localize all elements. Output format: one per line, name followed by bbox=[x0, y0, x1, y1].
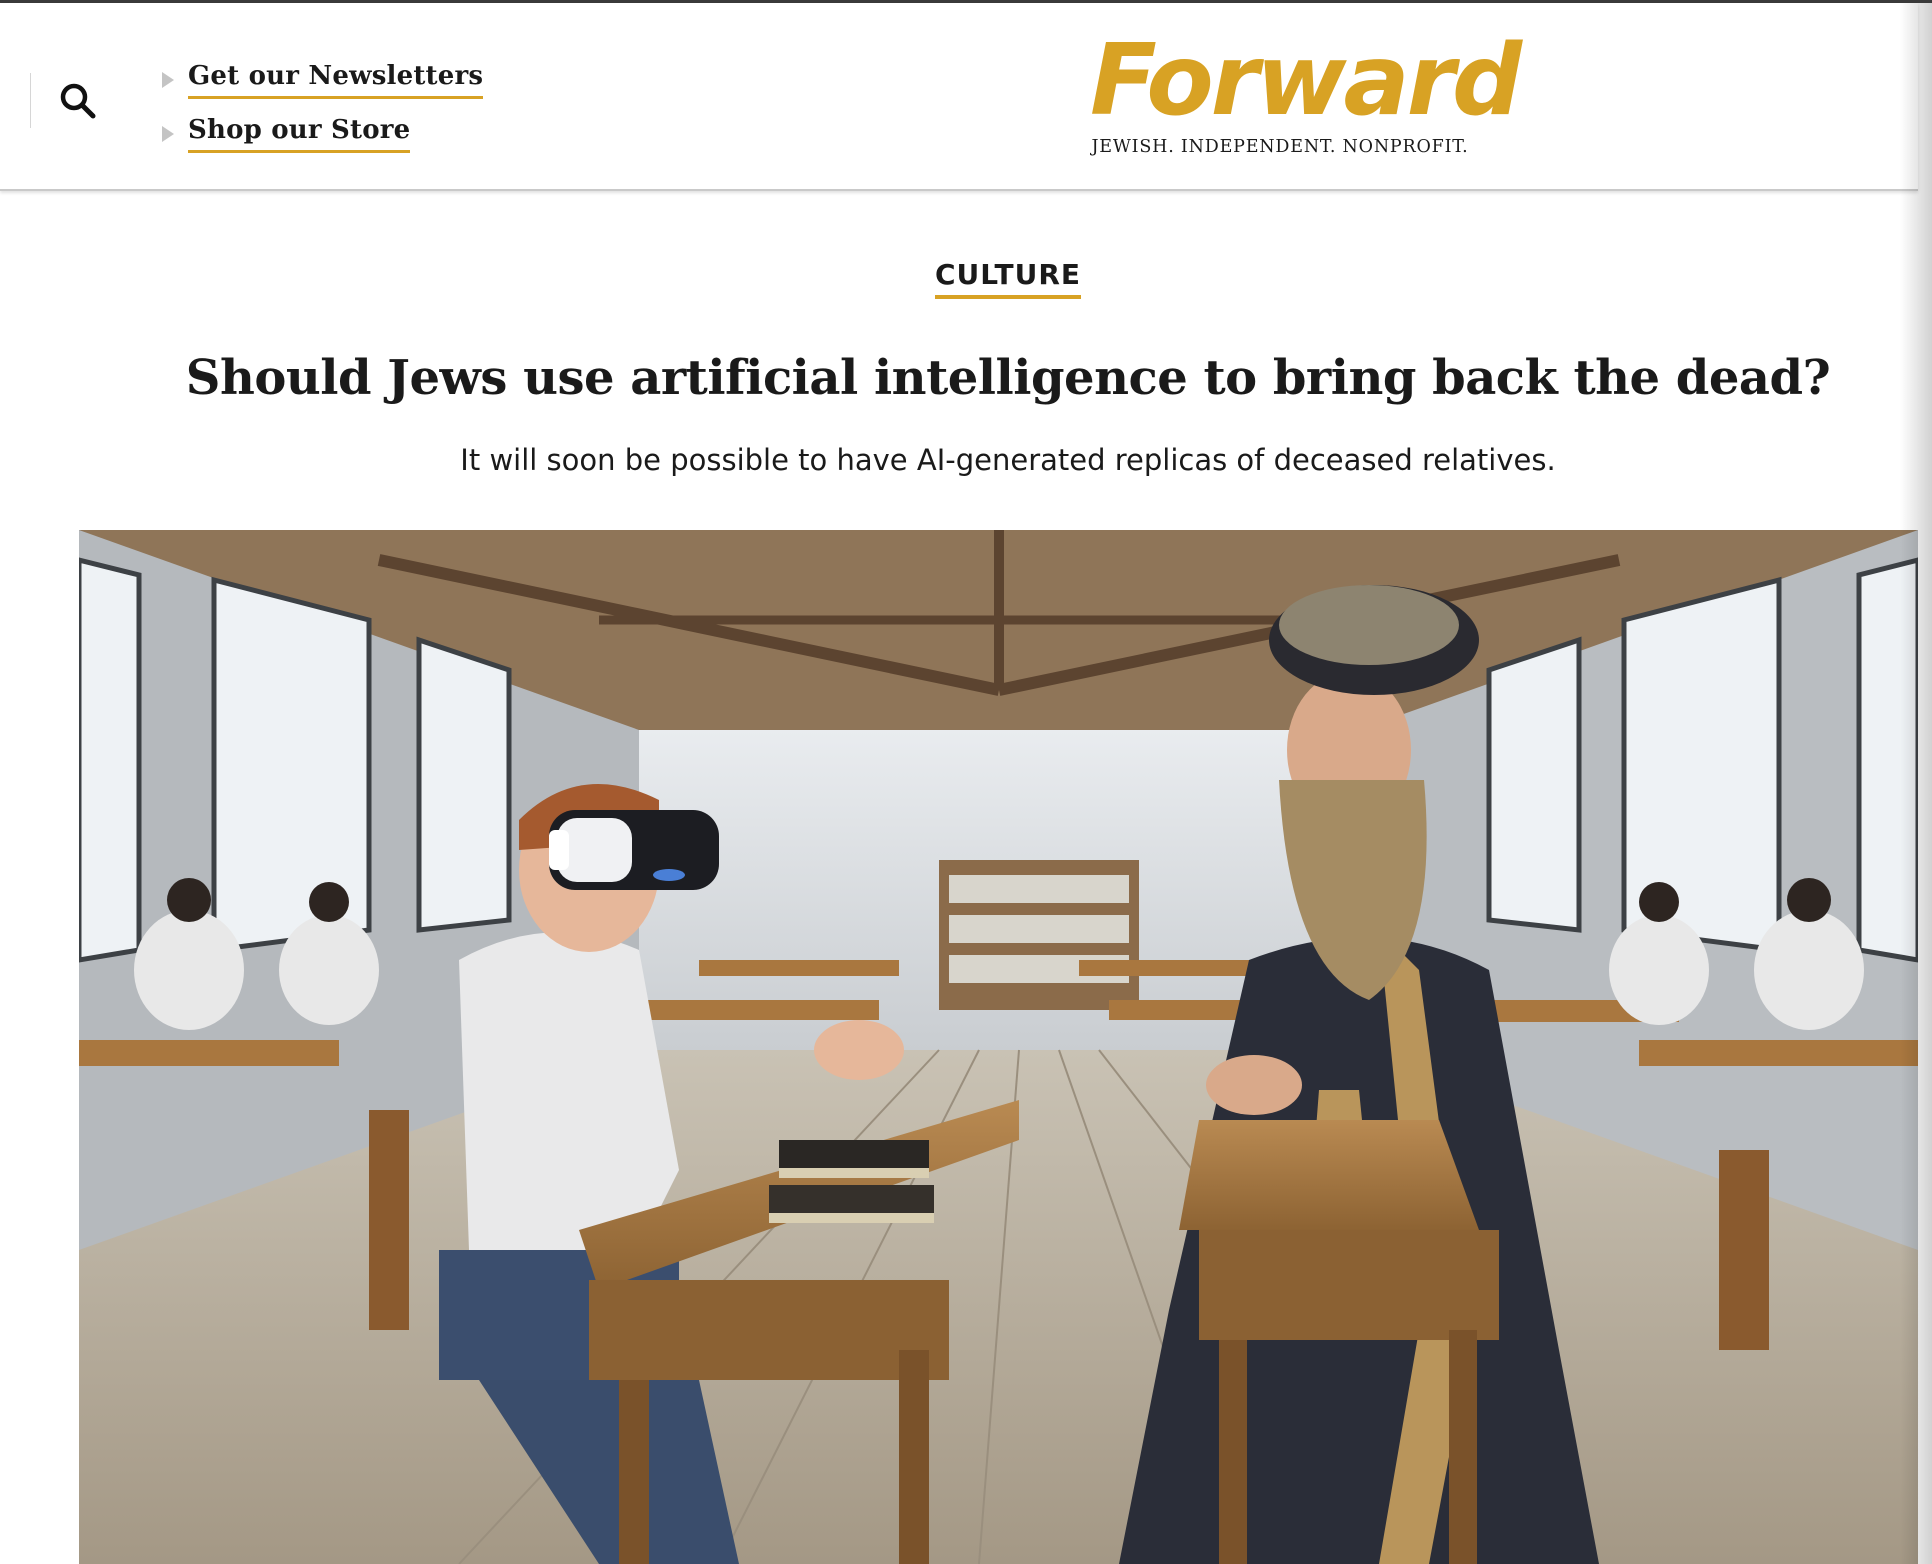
window-edge-shadow bbox=[1900, 3, 1932, 1564]
newsletters-link-label[interactable]: Get our Newsletters bbox=[188, 61, 484, 99]
arrow-right-icon bbox=[162, 72, 174, 88]
hero-illustration bbox=[79, 530, 1918, 1564]
search-button[interactable] bbox=[55, 78, 101, 124]
search-icon bbox=[60, 83, 96, 119]
hero-image bbox=[79, 530, 1918, 1564]
header-divider bbox=[30, 73, 31, 128]
article-headline: Should Jews use artificial intelligence … bbox=[185, 350, 1831, 406]
article-subheadline: It will soon be possible to have AI-gene… bbox=[460, 443, 1556, 477]
section-link[interactable]: CULTURE bbox=[934, 258, 1081, 299]
section-label: CULTURE bbox=[0, 258, 1932, 299]
logo-tagline: JEWISH. INDEPENDENT. NONPROFIT. bbox=[1091, 137, 1469, 157]
header-nav: Get our Newsletters Shop our Store bbox=[162, 53, 484, 161]
forward-logo[interactable]: Forward JEWISH. INDEPENDENT. NONPROFIT. bbox=[1090, 24, 1522, 157]
store-link[interactable]: Shop our Store bbox=[162, 107, 483, 161]
arrow-right-icon bbox=[162, 126, 174, 142]
store-link-label[interactable]: Shop our Store bbox=[188, 115, 411, 153]
newsletters-link[interactable]: Get our Newsletters bbox=[162, 53, 484, 107]
logo-wordmark: Forward bbox=[1090, 24, 1522, 138]
site-header: Get our Newsletters Shop our Store Forwa… bbox=[0, 3, 1918, 191]
